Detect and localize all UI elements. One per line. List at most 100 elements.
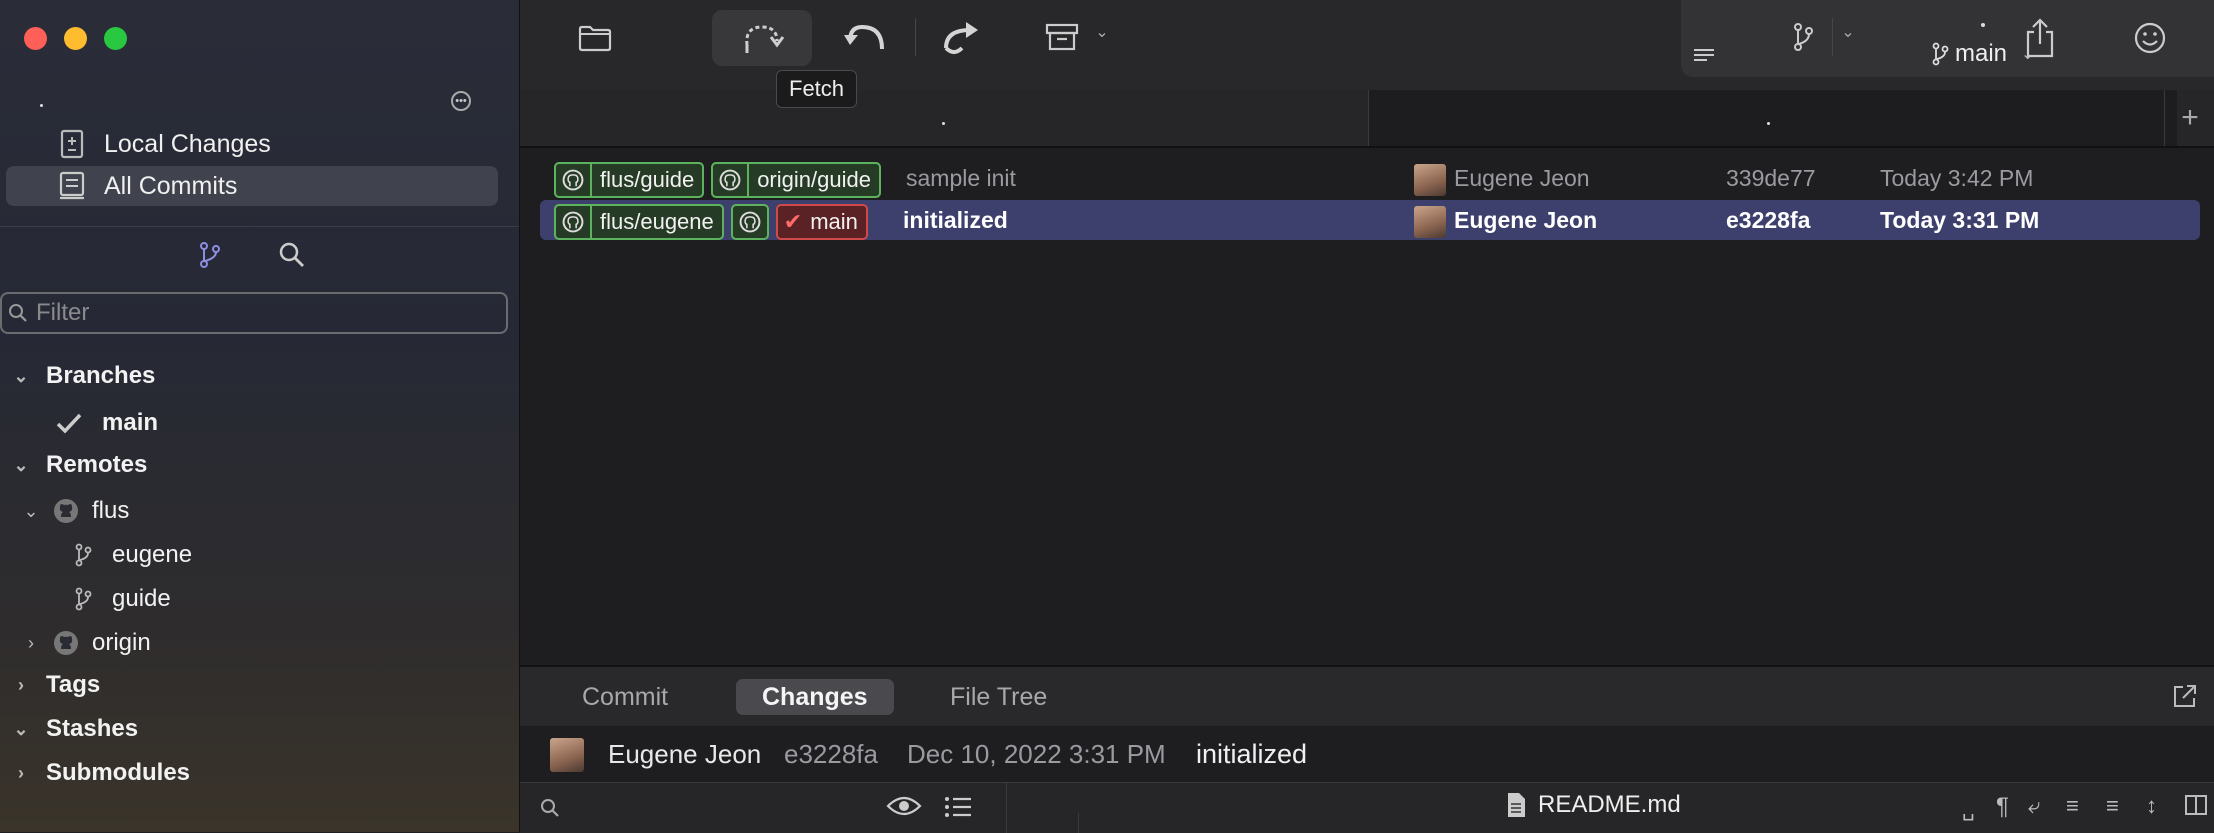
wrap-lines-icon[interactable]: ⤶ xyxy=(2028,793,2040,819)
more-options-icon[interactable]: ••• xyxy=(451,91,471,111)
commit-summary: Eugene Jeon e3228fa Dec 10, 2022 3:31 PM… xyxy=(520,726,2214,782)
chevron-down-icon[interactable]: ⌄ xyxy=(10,455,32,476)
current-branch[interactable]: main ⌄ xyxy=(1931,40,2034,68)
file-bar: README.md ␣ ¶ ⤶ ≡ ≡ ↕ xyxy=(520,782,2214,833)
section-tags[interactable]: › Tags xyxy=(10,666,100,704)
remote-branch-eugene[interactable]: eugene xyxy=(74,536,192,574)
branch-label: guide xyxy=(112,585,171,612)
commit-row-selected[interactable]: flus/eugene ✔ main initialized Eugene Je… xyxy=(540,200,2200,240)
chevron-right-icon[interactable]: › xyxy=(10,675,32,696)
ref-badge-remote[interactable] xyxy=(730,204,769,240)
checkmark-icon xyxy=(56,412,86,434)
ref-badge-remote[interactable]: flus/eugene xyxy=(554,204,724,240)
filter-field[interactable] xyxy=(0,292,508,334)
search-tab-icon[interactable] xyxy=(278,240,306,275)
github-icon xyxy=(556,164,592,196)
ref-badge-remote[interactable]: flus/guide xyxy=(554,162,705,198)
tab-repo-2[interactable] xyxy=(1368,90,2177,146)
chevron-right-icon[interactable]: › xyxy=(20,633,42,654)
fetch-button[interactable] xyxy=(712,10,812,66)
search-icon xyxy=(8,302,28,324)
section-stashes[interactable]: ⌄ Stashes xyxy=(10,710,138,748)
tab-strip: + xyxy=(520,90,2214,148)
section-branches[interactable]: ⌄ Branches xyxy=(10,357,155,395)
commit-message: initialized xyxy=(1196,739,1308,769)
repo-dot xyxy=(1981,23,1985,27)
branch-action-button[interactable] xyxy=(1788,20,1818,54)
chevron-down-icon[interactable]: ⌄ xyxy=(10,719,32,740)
sidebar-item-label: Local Changes xyxy=(104,129,271,158)
remote-label: flus xyxy=(92,497,130,524)
branch-icon xyxy=(1792,22,1814,52)
share-icon xyxy=(2025,18,2055,58)
tab-commit[interactable]: Commit xyxy=(556,679,694,715)
split-view-icon[interactable] xyxy=(2184,793,2208,817)
commit-author: Eugene Jeon xyxy=(608,739,762,769)
section-label: Submodules xyxy=(46,759,191,786)
share-button[interactable] xyxy=(2020,14,2060,62)
increase-context-icon[interactable]: ≡ xyxy=(2106,793,2119,819)
section-submodules[interactable]: › Submodules xyxy=(10,754,190,792)
feedback-button[interactable] xyxy=(2130,16,2170,60)
branch-icon xyxy=(74,542,94,568)
pilcrow-icon[interactable]: ¶ xyxy=(1996,793,2009,821)
search-icon[interactable] xyxy=(540,797,560,819)
ref-badge-remote[interactable]: origin/guide xyxy=(711,162,881,198)
push-icon xyxy=(940,18,986,58)
branch-item-main[interactable]: main xyxy=(56,404,158,442)
commit-date: Today 3:42 PM xyxy=(1880,165,2034,191)
sidebar-divider xyxy=(0,226,519,227)
checkmark-icon: ✔ xyxy=(783,209,803,234)
section-label: Branches xyxy=(46,362,156,389)
section-remotes[interactable]: ⌄ Remotes xyxy=(10,446,147,484)
current-branch-label: main xyxy=(1955,40,2008,67)
section-label: Remotes xyxy=(46,451,148,478)
open-folder-button[interactable] xyxy=(570,18,620,58)
commit-row[interactable]: flus/guide origin/guide sample init Euge… xyxy=(540,158,2200,198)
chevron-down-icon[interactable]: ⌄ xyxy=(20,501,42,522)
remote-item-flus[interactable]: ⌄ flus xyxy=(20,492,129,530)
zoom-window-button[interactable] xyxy=(104,27,127,50)
tab-file-tree[interactable]: File Tree xyxy=(924,679,1073,715)
pull-button[interactable] xyxy=(835,14,895,62)
smiley-icon xyxy=(2133,21,2167,55)
show-spaces-icon[interactable]: ␣ xyxy=(1962,797,1975,822)
open-external-icon[interactable] xyxy=(2172,683,2198,709)
close-window-button[interactable] xyxy=(24,27,47,50)
avatar xyxy=(1414,206,1446,238)
branch-menu-chevron-icon[interactable]: ⌄ xyxy=(1838,20,1858,44)
remote-item-origin[interactable]: › origin xyxy=(20,624,151,662)
eye-icon[interactable] xyxy=(886,793,922,819)
filter-input[interactable] xyxy=(34,298,498,328)
section-label: Stashes xyxy=(46,715,139,742)
divider xyxy=(1006,783,1007,833)
commit-author: Eugene Jeon xyxy=(1454,207,1598,233)
github-icon xyxy=(713,164,750,196)
decrease-context-icon[interactable]: ≡ xyxy=(2066,793,2079,819)
tab-dot xyxy=(942,122,945,125)
plus-icon: + xyxy=(2181,101,2199,134)
document-icon xyxy=(1506,792,1526,818)
stash-button[interactable] xyxy=(1042,16,1082,58)
tab-repo-1[interactable] xyxy=(520,90,1368,146)
tab-changes[interactable]: Changes xyxy=(736,679,894,715)
stash-menu-chevron-icon[interactable]: ⌄ xyxy=(1092,20,1112,44)
chevron-right-icon[interactable]: › xyxy=(10,763,32,784)
ref-label: flus/eugene xyxy=(600,209,714,234)
sidebar-item-all-commits[interactable]: All Commits xyxy=(6,166,498,206)
minimize-window-button[interactable] xyxy=(64,27,87,50)
tab-dot xyxy=(1767,122,1770,125)
chevron-down-icon[interactable]: ⌄ xyxy=(10,366,32,387)
ref-badge-local[interactable]: ✔ main xyxy=(775,204,868,240)
line-spacing-icon[interactable]: ↕ xyxy=(2146,793,2157,819)
commit-date: Today 3:31 PM xyxy=(1880,207,2040,233)
folder-icon xyxy=(578,24,612,52)
archive-box-icon xyxy=(1045,22,1079,52)
new-tab-button[interactable]: + xyxy=(2164,90,2214,146)
branches-tab-icon[interactable] xyxy=(198,240,222,275)
list-icon[interactable] xyxy=(944,795,972,819)
remote-branch-guide[interactable]: guide xyxy=(74,580,171,618)
commit-hash: e3228fa xyxy=(1726,207,1811,233)
sidebar-item-local-changes[interactable]: Local Changes xyxy=(6,124,498,164)
push-button[interactable] xyxy=(933,14,993,62)
